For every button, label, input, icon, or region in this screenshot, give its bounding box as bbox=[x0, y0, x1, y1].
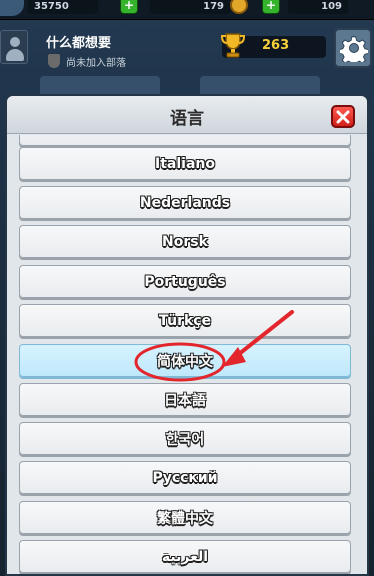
trophy-count: 263 bbox=[262, 38, 290, 53]
language-option-italiano[interactable]: Italiano bbox=[19, 147, 351, 180]
level-badge bbox=[0, 0, 24, 16]
language-label: Nederlands bbox=[139, 194, 231, 211]
add-gems-icon[interactable]: + bbox=[262, 0, 280, 14]
language-label: Italiano bbox=[155, 155, 215, 172]
language-option-portugues[interactable]: Português bbox=[19, 265, 351, 298]
language-option-arabic[interactable]: العربية bbox=[19, 540, 351, 573]
clan-shield-icon bbox=[48, 54, 60, 68]
language-option-russian[interactable]: Русский bbox=[19, 461, 351, 494]
gold-counter: 179 bbox=[150, 0, 230, 14]
elixir-counter: 35750 bbox=[28, 0, 98, 14]
gold-coin-icon bbox=[230, 0, 248, 14]
language-label: 한국어 bbox=[165, 431, 205, 448]
trophy-icon bbox=[220, 33, 246, 58]
language-label: Русский bbox=[152, 469, 218, 486]
language-label: Português bbox=[144, 273, 226, 290]
settings-button[interactable] bbox=[334, 28, 372, 68]
language-option-partial[interactable] bbox=[19, 135, 351, 146]
language-option-turkce[interactable]: Türkçe bbox=[19, 304, 351, 337]
language-option-traditional-chinese[interactable]: 繁體中文 bbox=[19, 501, 351, 534]
resource-bar: 35750 + 179 + 109 bbox=[0, 0, 374, 20]
language-label: 日本語 bbox=[164, 392, 206, 409]
language-option-nederlands[interactable]: Nederlands bbox=[19, 186, 351, 219]
avatar[interactable] bbox=[0, 30, 28, 64]
language-list[interactable]: Italiano Nederlands Norsk Português Türk… bbox=[7, 135, 367, 574]
gems-counter: 109 bbox=[288, 0, 348, 14]
clan-status: 尚未加入部落 bbox=[66, 58, 126, 69]
close-button[interactable] bbox=[331, 105, 355, 128]
player-name: 什么都想要 bbox=[46, 36, 112, 51]
add-elixir-icon[interactable]: + bbox=[120, 0, 138, 14]
player-info: 什么都想要 尚未加入部落 263 bbox=[0, 24, 374, 74]
dialog-header: 语言 bbox=[7, 96, 367, 134]
close-icon bbox=[336, 110, 350, 124]
language-option-korean[interactable]: 한국어 bbox=[19, 422, 351, 455]
language-label: 简体中文 bbox=[157, 353, 213, 370]
language-option-japanese[interactable]: 日本語 bbox=[19, 383, 351, 416]
language-dialog: 语言 Italiano Nederlands Norsk Português T… bbox=[5, 94, 369, 576]
language-label: Türkçe bbox=[158, 312, 212, 329]
language-label: العربية bbox=[161, 548, 209, 565]
dialog-title: 语言 bbox=[170, 109, 204, 129]
gear-icon bbox=[340, 36, 368, 62]
language-label: 繁體中文 bbox=[157, 510, 213, 527]
language-option-simplified-chinese[interactable]: 简体中文 bbox=[19, 344, 351, 377]
language-label: Norsk bbox=[162, 233, 208, 250]
language-option-norsk[interactable]: Norsk bbox=[19, 225, 351, 258]
